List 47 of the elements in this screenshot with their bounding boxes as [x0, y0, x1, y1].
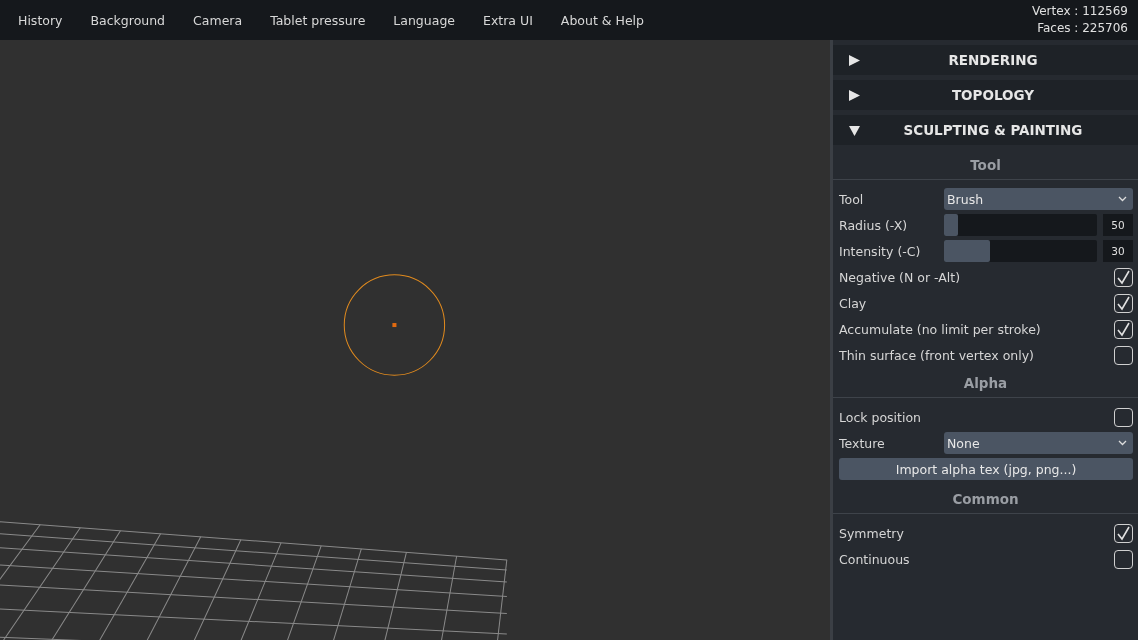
checkbox[interactable] — [1114, 267, 1133, 287]
import-button[interactable]: Import alpha tex (jpg, png...) — [839, 458, 1133, 480]
menu-item[interactable]: About & Help — [546, 0, 658, 40]
checkmark-icon — [1116, 321, 1131, 337]
chevron-down-icon — [1118, 440, 1127, 446]
menu-item[interactable]: Extra UI — [469, 0, 547, 40]
field-label: Texture — [839, 435, 886, 451]
chevron-down-icon — [1118, 196, 1127, 202]
checkbox[interactable] — [1114, 549, 1133, 569]
checkbox[interactable] — [1114, 407, 1133, 427]
checkbox-label: Symmetry — [839, 525, 905, 541]
folder-header[interactable]: SCULPTING & PAINTING — [833, 115, 1138, 145]
checkbox[interactable] — [1114, 293, 1133, 313]
slider-value[interactable]: 50 — [1103, 214, 1133, 236]
folder-header[interactable]: RENDERING — [833, 45, 1138, 75]
dropdown[interactable]: None — [944, 432, 1133, 454]
field-label: Intensity (-C) — [839, 243, 922, 259]
checkbox[interactable] — [1114, 345, 1133, 365]
menu-item[interactable]: Language — [379, 0, 470, 40]
section-title: Common — [952, 490, 1019, 507]
folder-header[interactable]: TOPOLOGY — [833, 80, 1138, 110]
menu-item[interactable]: History — [4, 0, 77, 40]
section-title: Alpha — [963, 374, 1008, 391]
checkbox-label: Continuous — [839, 551, 911, 567]
checkbox-label: Accumulate (no limit per stroke) — [839, 321, 1042, 337]
section-title: Tool — [970, 156, 1001, 173]
field-label: Radius (-X) — [839, 217, 909, 233]
checkmark-icon — [1116, 525, 1131, 541]
menu-item[interactable]: Tablet pressure — [256, 0, 380, 40]
checkbox-label: Thin surface (front vertex only) — [839, 347, 1035, 363]
checkbox-label: Lock position — [839, 409, 922, 425]
brush-cursor-icon — [343, 274, 446, 376]
menu-item[interactable]: Camera — [179, 0, 257, 40]
menu-item[interactable]: Background — [76, 0, 180, 40]
field-label: Tool — [839, 191, 865, 207]
checkbox-label: Clay — [839, 295, 868, 311]
checkmark-icon — [1116, 295, 1131, 311]
slider[interactable] — [944, 214, 1097, 236]
dropdown[interactable]: Brush — [944, 188, 1133, 210]
checkbox[interactable] — [1114, 319, 1133, 339]
checkbox[interactable] — [1114, 523, 1133, 543]
checkbox-label: Negative (N or -Alt) — [839, 269, 962, 285]
mesh-stat: Vertex : 112569 — [1031, 3, 1128, 20]
checkmark-icon — [1116, 269, 1131, 285]
slider[interactable] — [944, 240, 1097, 262]
slider-value[interactable]: 30 — [1103, 240, 1133, 262]
mesh-stat: Faces : 225706 — [1037, 20, 1128, 37]
